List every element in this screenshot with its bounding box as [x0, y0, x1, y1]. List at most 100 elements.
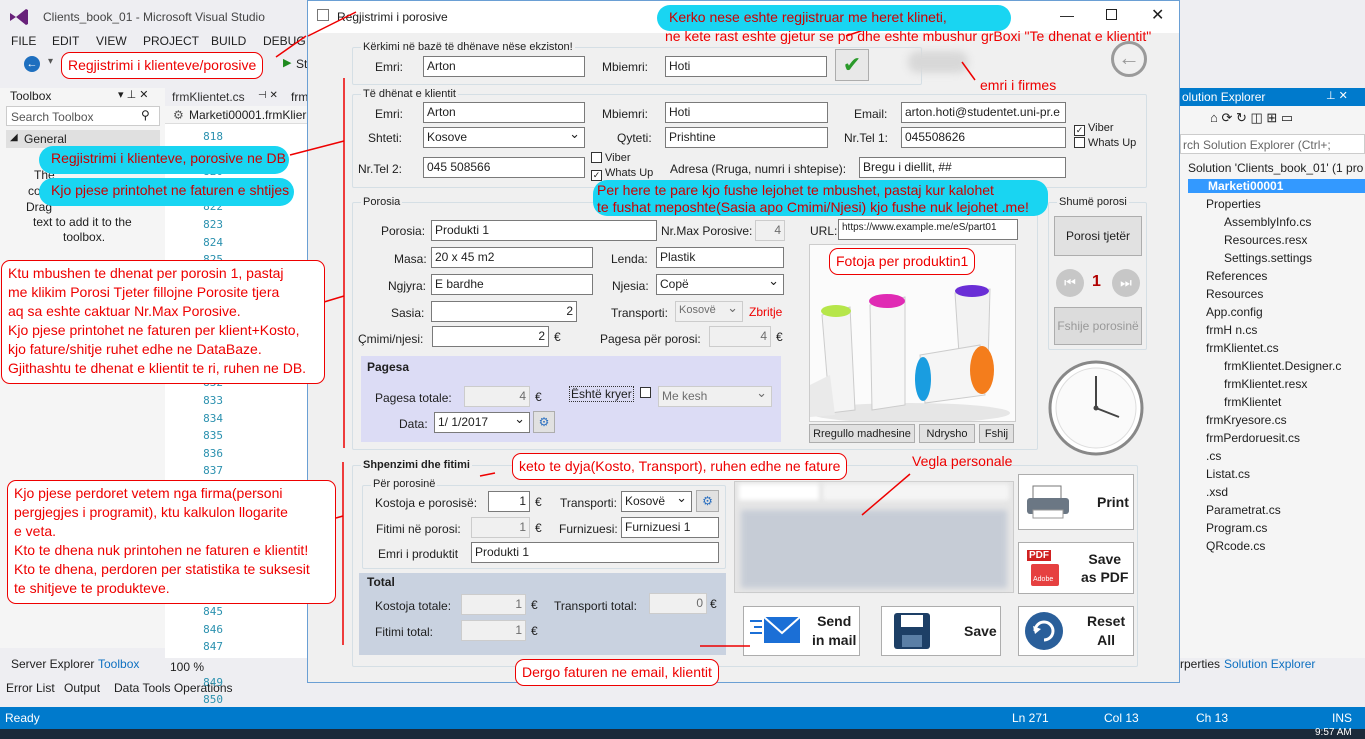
tab-output[interactable]: Output — [64, 681, 100, 695]
solution-tree-item[interactable]: frmKryesore.cs — [1206, 413, 1287, 427]
tel2-input[interactable]: 045 508566 — [423, 157, 585, 178]
save-button[interactable]: Save — [881, 606, 1001, 656]
njesia-select[interactable]: Copë — [656, 274, 784, 295]
search-emri-input[interactable]: Arton — [423, 56, 585, 77]
pin-icon[interactable]: ⊣ ✕ — [258, 90, 278, 101]
tab-frm[interactable]: frm — [291, 90, 308, 104]
solution-search-input[interactable]: rch Solution Explorer (Ctrl+; — [1183, 138, 1331, 152]
solution-tree-item[interactable]: frmPerdoruesit.cs — [1206, 431, 1300, 445]
menu-debug[interactable]: DEBUG — [263, 34, 306, 48]
back-arrow-icon[interactable]: ← — [24, 56, 40, 72]
client-emri-input[interactable]: Arton — [423, 102, 585, 123]
solution-tree-item[interactable]: Parametrat.cs — [1206, 503, 1281, 517]
adresa-input[interactable]: Bregu i diellit, ## — [859, 157, 1066, 178]
start-label[interactable]: St — [296, 57, 307, 71]
solution-tree-item[interactable]: QRcode.cs — [1206, 539, 1265, 553]
solution-tree-item[interactable]: frmKlientet.Designer.c — [1224, 359, 1341, 373]
tab-solution-explorer[interactable]: Solution Explorer — [1224, 657, 1315, 671]
viber-checkbox-2[interactable]: Viber — [591, 152, 630, 164]
solution-tree-item[interactable]: AssemblyInfo.cs — [1224, 215, 1311, 229]
solution-tree-item[interactable]: frmKlientet.cs — [1206, 341, 1279, 355]
shteti-select[interactable]: Kosove — [423, 127, 585, 148]
tel1-input[interactable]: 045508626 — [901, 127, 1066, 148]
solution-tree-item[interactable]: Resources.resx — [1224, 233, 1307, 247]
delete-image-button[interactable]: Fshij — [979, 424, 1014, 443]
date-settings-button[interactable]: ⚙ — [533, 411, 555, 433]
url-input[interactable]: https://www.example.me/eS/part01 — [838, 219, 1018, 240]
transporti-select[interactable]: Kosovë — [675, 301, 743, 322]
transport-settings-button[interactable]: ⚙ — [696, 490, 719, 512]
menu-build[interactable]: BUILD — [211, 34, 246, 48]
zbritje-link[interactable]: Zbritje — [749, 305, 782, 319]
sasia-stepper[interactable]: 2 — [431, 301, 577, 322]
whatsup-checkbox-1[interactable]: Whats Up — [1074, 137, 1136, 149]
solution-tree-item[interactable]: Properties — [1206, 197, 1261, 211]
solution-tree-item[interactable]: .xsd — [1206, 485, 1228, 499]
zoom-level[interactable]: 100 % — [170, 660, 204, 674]
previous-icon[interactable]: ⏮ — [1056, 269, 1084, 297]
tab-error-list[interactable]: Error List — [6, 681, 55, 695]
solution-tree-item[interactable]: Resources — [1206, 287, 1263, 301]
tab-properties[interactable]: rperties — [1180, 657, 1220, 671]
start-icon[interactable]: ▶ — [283, 56, 291, 69]
solution-tree-item[interactable]: frmKlientet.resx — [1224, 377, 1307, 391]
menu-edit[interactable]: EDIT — [52, 34, 79, 48]
tab-server-explorer[interactable]: Server Explorer — [11, 657, 94, 671]
pin-icon[interactable]: ⊥ ✕ — [1326, 89, 1348, 102]
close-icon[interactable]: ✕ — [1151, 5, 1164, 25]
pin-icon[interactable]: ▾ ⊥ ✕ — [118, 88, 148, 101]
maximize-icon[interactable] — [1106, 9, 1117, 20]
date-picker[interactable]: 1/ 1/2017 — [434, 412, 530, 433]
save-pdf-button[interactable]: PDF Adobe Save as PDF — [1018, 542, 1134, 594]
profit-transport-select[interactable]: Kosovë — [621, 491, 692, 512]
search-mbiemri-input[interactable]: Hoti — [665, 56, 827, 77]
kosto-input[interactable]: 1 — [488, 491, 530, 512]
client-mbiemri-input[interactable]: Hoti — [665, 102, 828, 123]
solution-tree-item[interactable]: References — [1206, 269, 1267, 283]
qyteti-input[interactable]: Prishtine — [665, 127, 828, 148]
toolbox-group-general[interactable]: General — [24, 132, 67, 146]
home-icon[interactable]: ⌂ ⟳ ↻ ◫ ⊞ ▭ — [1210, 110, 1293, 126]
kryer-checkbox[interactable] — [640, 387, 654, 399]
next-icon[interactable]: ⏭ — [1112, 269, 1140, 297]
back-icon[interactable]: ← — [1111, 41, 1147, 77]
search-button[interactable]: ✔ — [835, 49, 869, 81]
navigation-dropdown[interactable]: Marketi00001.frmKlier — [189, 108, 306, 122]
solution-tree-item[interactable]: Solution 'Clients_book_01' (1 pro — [1188, 161, 1363, 175]
delete-order-button[interactable]: Fshije porosinë — [1054, 307, 1142, 345]
whatsup-checkbox-2[interactable]: ✓ Whats Up — [591, 167, 653, 181]
menu-file[interactable]: FILE — [11, 34, 36, 48]
tab-frmklientet[interactable]: frmKlientet.cs — [172, 90, 245, 104]
resize-image-button[interactable]: Rregullo madhesine — [809, 424, 915, 443]
solution-tree-item[interactable]: Program.cs — [1206, 521, 1267, 535]
tab-toolbox[interactable]: Toolbox — [98, 657, 139, 671]
menyra-pageses-select[interactable]: Me kesh — [658, 386, 772, 407]
send-mail-button[interactable]: Send in mail — [743, 606, 860, 656]
dropdown-arrow-icon[interactable]: ▾ — [48, 56, 53, 67]
solution-tree-item[interactable]: Settings.settings — [1224, 251, 1312, 265]
solution-tree-item[interactable]: Listat.cs — [1206, 467, 1250, 481]
solution-tree-item[interactable]: App.config — [1206, 305, 1263, 319]
porosia-input[interactable]: Produkti 1 — [431, 220, 657, 241]
collapse-icon[interactable]: ◢ — [10, 132, 18, 143]
solution-tree-item[interactable]: frmKlientet — [1224, 395, 1281, 409]
menu-view[interactable]: VIEW — [96, 34, 127, 48]
furnizuesi-input[interactable]: Furnizuesi 1 — [621, 517, 719, 538]
emri-produktit-input[interactable]: Produkti 1 — [471, 542, 719, 563]
masa-input[interactable]: 20 x 45 m2 — [431, 247, 593, 268]
search-icon[interactable]: ⚲ — [141, 108, 150, 122]
solution-tree-item[interactable]: Marketi00001 — [1188, 179, 1365, 193]
lenda-input[interactable]: Plastik — [656, 247, 784, 268]
tab-data-tools[interactable]: Data Tools Operations — [114, 681, 233, 695]
minimize-icon[interactable]: — — [1060, 7, 1074, 23]
ngjyra-input[interactable]: E bardhe — [431, 274, 593, 295]
solution-tree-item[interactable]: frmH n.cs — [1206, 323, 1257, 337]
maxpor-stepper[interactable]: 4 — [755, 220, 785, 241]
next-order-button[interactable]: Porosi tjetër — [1054, 216, 1142, 256]
solution-tree-item[interactable]: .cs — [1206, 449, 1221, 463]
toolbox-search-input[interactable]: Search Toolbox — [11, 110, 94, 124]
menu-project[interactable]: PROJECT — [143, 34, 199, 48]
cmimi-input[interactable]: 2 — [432, 326, 549, 347]
change-image-button[interactable]: Ndrysho — [919, 424, 975, 443]
reset-all-button[interactable]: Reset All — [1018, 606, 1134, 656]
